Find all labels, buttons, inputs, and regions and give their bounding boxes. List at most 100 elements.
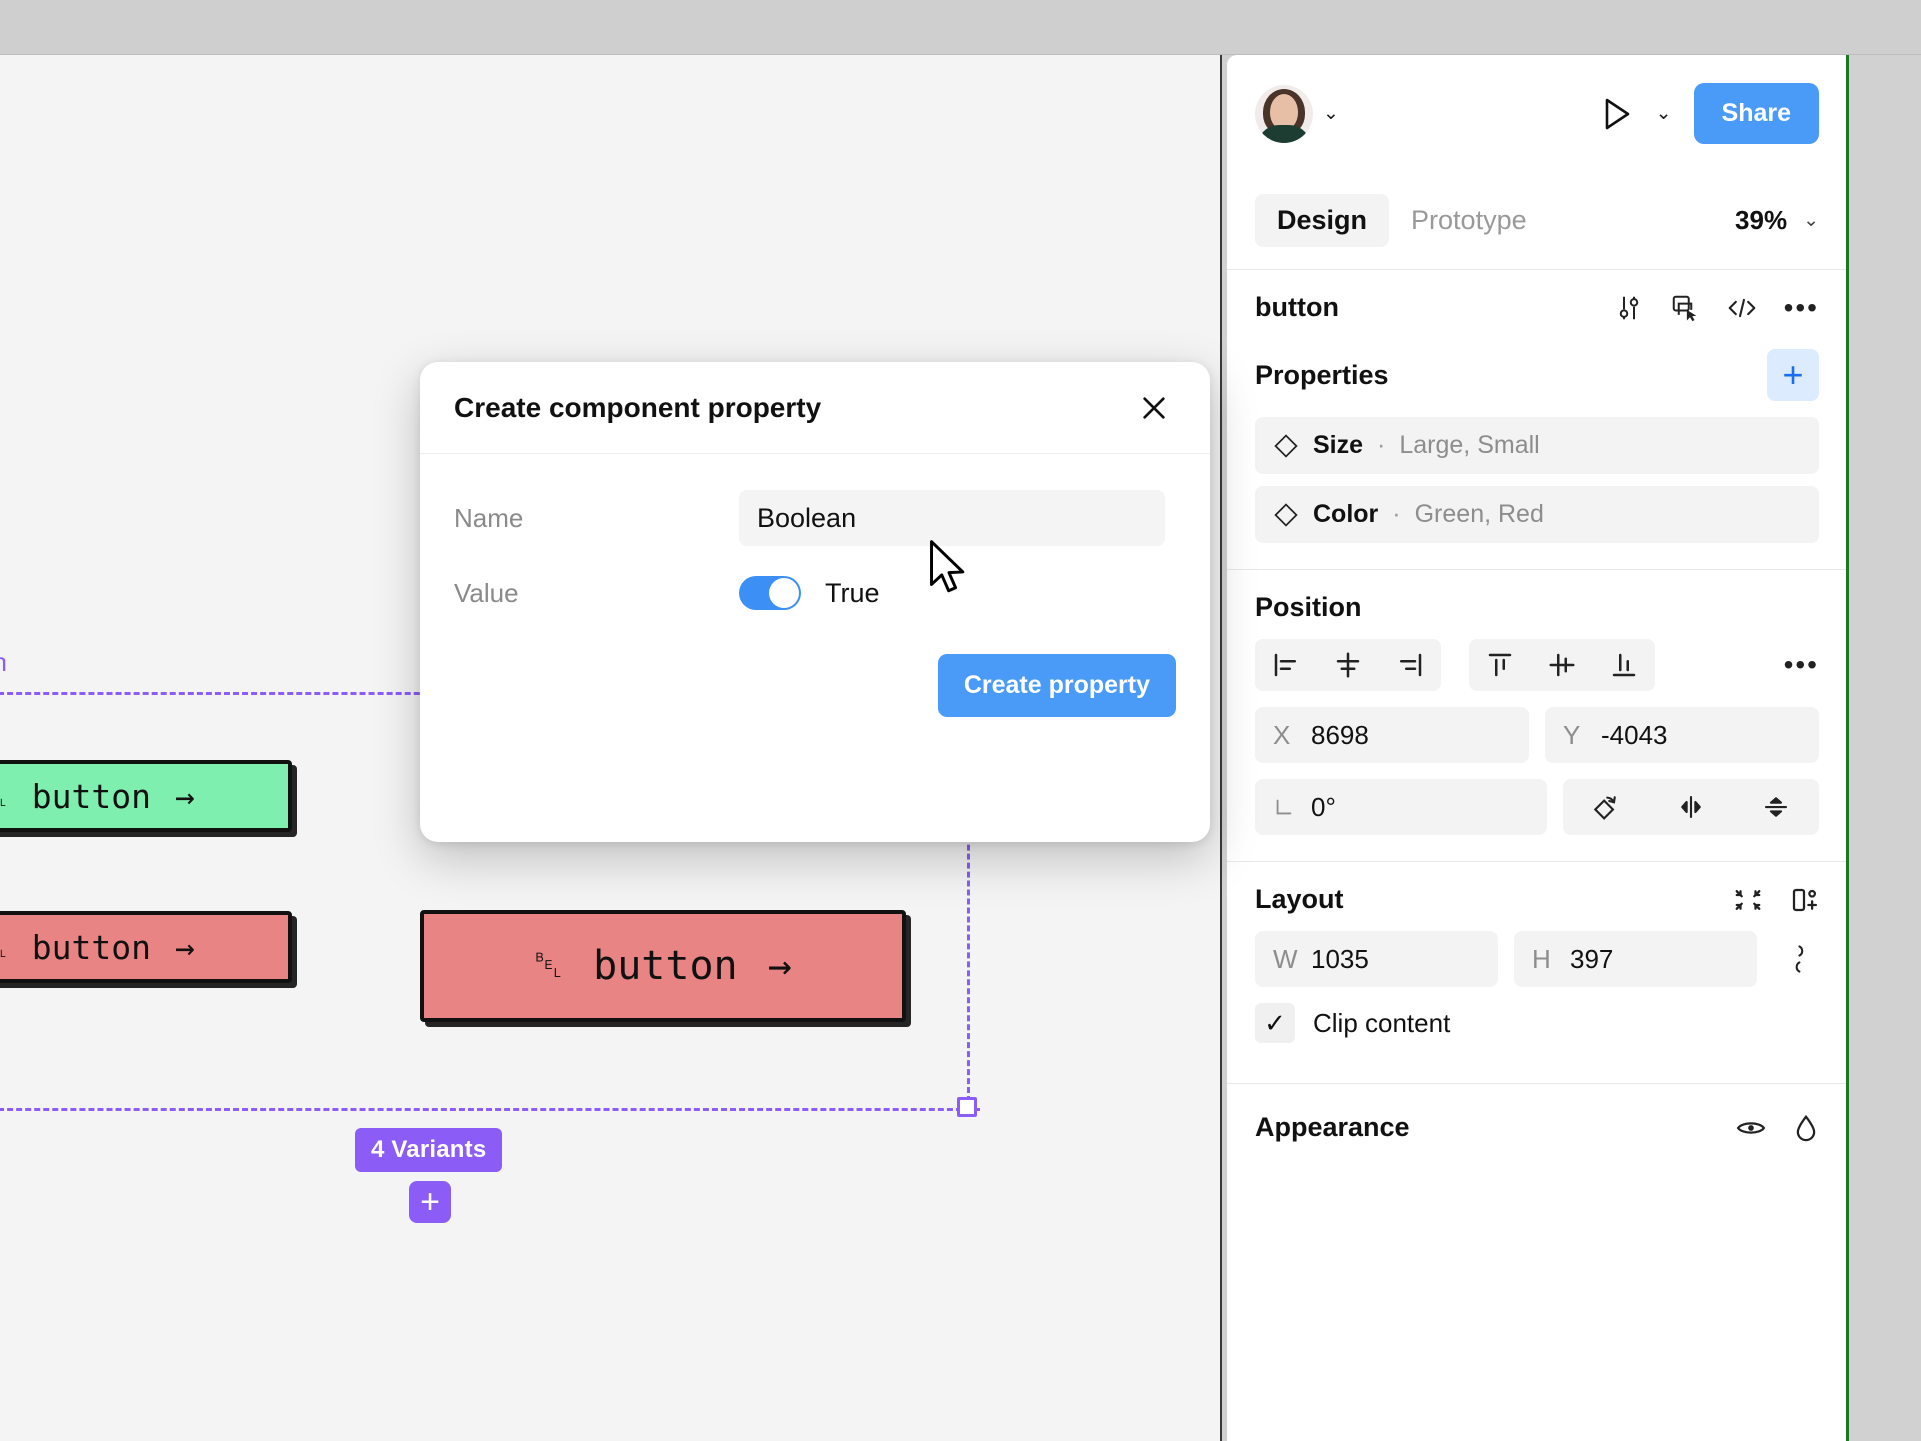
variant-button-label: button — [31, 927, 151, 967]
variant-button-red-large[interactable]: ␇ button → — [420, 910, 906, 1022]
share-button[interactable]: Share — [1693, 83, 1819, 144]
rotation-flip-row: 0° — [1255, 779, 1819, 835]
add-variant-button[interactable]: + — [409, 1181, 451, 1223]
bell-icon: ␇ — [0, 779, 8, 814]
play-icon — [1605, 98, 1629, 129]
position-xy-row: X 8698 Y -4043 — [1255, 707, 1819, 763]
property-separator: · — [1377, 431, 1386, 459]
present-options-chevron-down-icon[interactable]: ⌄ — [1656, 104, 1672, 123]
property-row-color[interactable]: Color · Green, Red — [1255, 486, 1819, 543]
property-name: Color — [1313, 500, 1379, 528]
panel-tabs: Design Prototype 39% ⌄ — [1227, 172, 1847, 270]
dialog-body: Name Value True — [420, 454, 1210, 610]
clip-content-checkbox[interactable]: ✓ — [1255, 1003, 1295, 1043]
variant-button-red-small[interactable]: ␇ button → — [0, 911, 292, 983]
zoom-control[interactable]: 39% ⌄ — [1735, 205, 1819, 236]
rotation-value: 0° — [1311, 791, 1336, 822]
design-panel: ⌄ ⌄ Share Design Prototype 39% ⌄ button — [1227, 55, 1847, 1441]
rotate-90-button[interactable] — [1563, 779, 1648, 835]
dialog-header: Create component property — [420, 362, 1210, 454]
layout-wh-row: W 1035 H 397 — [1255, 931, 1819, 987]
chevron-down-icon[interactable]: ⌄ — [1323, 104, 1339, 123]
tab-design[interactable]: Design — [1255, 194, 1390, 247]
layout-title: Layout — [1255, 884, 1344, 914]
user-menu[interactable]: ⌄ — [1255, 84, 1339, 143]
horizontal-align-group — [1255, 639, 1441, 691]
appearance-title: Appearance — [1255, 1112, 1410, 1142]
avatar[interactable] — [1255, 84, 1313, 143]
create-property-button[interactable]: Create property — [937, 654, 1176, 717]
flip-vertical-button[interactable] — [1734, 779, 1819, 835]
variant-button-label: button — [31, 776, 151, 816]
clip-content-label: Clip content — [1313, 1007, 1451, 1038]
tune-icon[interactable] — [1614, 293, 1644, 323]
value-row: Value True — [454, 576, 1176, 610]
width-label: W — [1273, 943, 1298, 974]
property-row-size[interactable]: Size · Large, Small — [1255, 417, 1819, 474]
y-value: -4043 — [1601, 719, 1668, 750]
arrow-right-icon: → — [174, 927, 195, 967]
close-icon[interactable] — [1132, 386, 1176, 430]
x-label: X — [1273, 719, 1291, 750]
clip-content-row[interactable]: ✓ Clip content — [1255, 1003, 1819, 1043]
width-field[interactable]: W 1035 — [1255, 931, 1498, 987]
variants-count-badge[interactable]: 4 Variants — [355, 1128, 503, 1172]
variant-diamond-icon — [1274, 433, 1298, 458]
selection-resize-handle[interactable] — [957, 1097, 977, 1117]
opacity-droplet-icon[interactable] — [1793, 1113, 1819, 1143]
position-title: Position — [1255, 592, 1362, 622]
properties-section: Properties + Size · Large, Small Color ·… — [1227, 339, 1847, 543]
rotation-icon — [1273, 796, 1295, 818]
height-label: H — [1532, 943, 1551, 974]
bell-icon: ␇ — [534, 945, 564, 986]
property-name-input[interactable] — [739, 490, 1165, 546]
align-right-button[interactable] — [1379, 639, 1441, 691]
alignment-more-icon[interactable]: ••• — [1784, 651, 1819, 679]
x-position-field[interactable]: X 8698 — [1255, 707, 1529, 763]
toggle-state-label: True — [825, 577, 880, 608]
align-horizontal-center-button[interactable] — [1317, 639, 1379, 691]
property-values: Green, Red — [1414, 500, 1544, 528]
add-property-button[interactable]: + — [1767, 349, 1819, 401]
code-icon[interactable] — [1726, 293, 1758, 323]
selection-edge-bottom — [0, 1108, 980, 1111]
height-value: 397 — [1570, 943, 1614, 974]
component-select-icon[interactable] — [1670, 293, 1700, 323]
layout-section: Layout W 1035 H 397 ✓ Clip content — [1227, 862, 1847, 1043]
dialog-title: Create component property — [454, 391, 822, 423]
align-vertical-center-button[interactable] — [1531, 639, 1593, 691]
frame-label[interactable]: on — [0, 647, 7, 678]
transform-button-group — [1563, 779, 1819, 835]
property-name: Size — [1313, 431, 1364, 459]
y-label: Y — [1563, 719, 1581, 750]
visibility-eye-icon[interactable] — [1735, 1113, 1767, 1143]
zoom-level-label: 39% — [1735, 205, 1788, 235]
x-value: 8698 — [1311, 719, 1369, 750]
os-title-bar — [0, 0, 1921, 55]
resize-to-fit-icon[interactable] — [1733, 885, 1763, 915]
align-left-button[interactable] — [1255, 639, 1317, 691]
flip-horizontal-button[interactable] — [1648, 779, 1733, 835]
lock-aspect-ratio-icon[interactable] — [1773, 943, 1819, 975]
chevron-down-icon[interactable]: ⌄ — [1803, 211, 1819, 230]
bell-icon: ␇ — [0, 930, 8, 965]
arrow-right-icon: → — [767, 943, 792, 989]
y-position-field[interactable]: Y -4043 — [1545, 707, 1819, 763]
align-bottom-button[interactable] — [1593, 639, 1655, 691]
dialog-footer: Create property — [420, 640, 1210, 717]
more-icon[interactable]: ••• — [1784, 293, 1819, 321]
variant-button-green-small[interactable]: ␇ button → — [0, 760, 292, 832]
canvas-panel-divider — [1220, 55, 1222, 1441]
tab-prototype[interactable]: Prototype — [1389, 194, 1549, 247]
variant-button-label: button — [593, 943, 738, 989]
panel-top-bar: ⌄ ⌄ Share — [1227, 55, 1847, 172]
boolean-value-toggle[interactable] — [739, 576, 801, 610]
selection-name: button — [1255, 292, 1339, 322]
rotation-field[interactable]: 0° — [1255, 779, 1547, 835]
value-label: Value — [454, 577, 519, 608]
add-auto-layout-icon[interactable] — [1789, 885, 1819, 915]
height-field[interactable]: H 397 — [1514, 931, 1757, 987]
align-top-button[interactable] — [1469, 639, 1531, 691]
name-row: Name — [454, 490, 1176, 546]
present-button[interactable] — [1600, 97, 1634, 131]
